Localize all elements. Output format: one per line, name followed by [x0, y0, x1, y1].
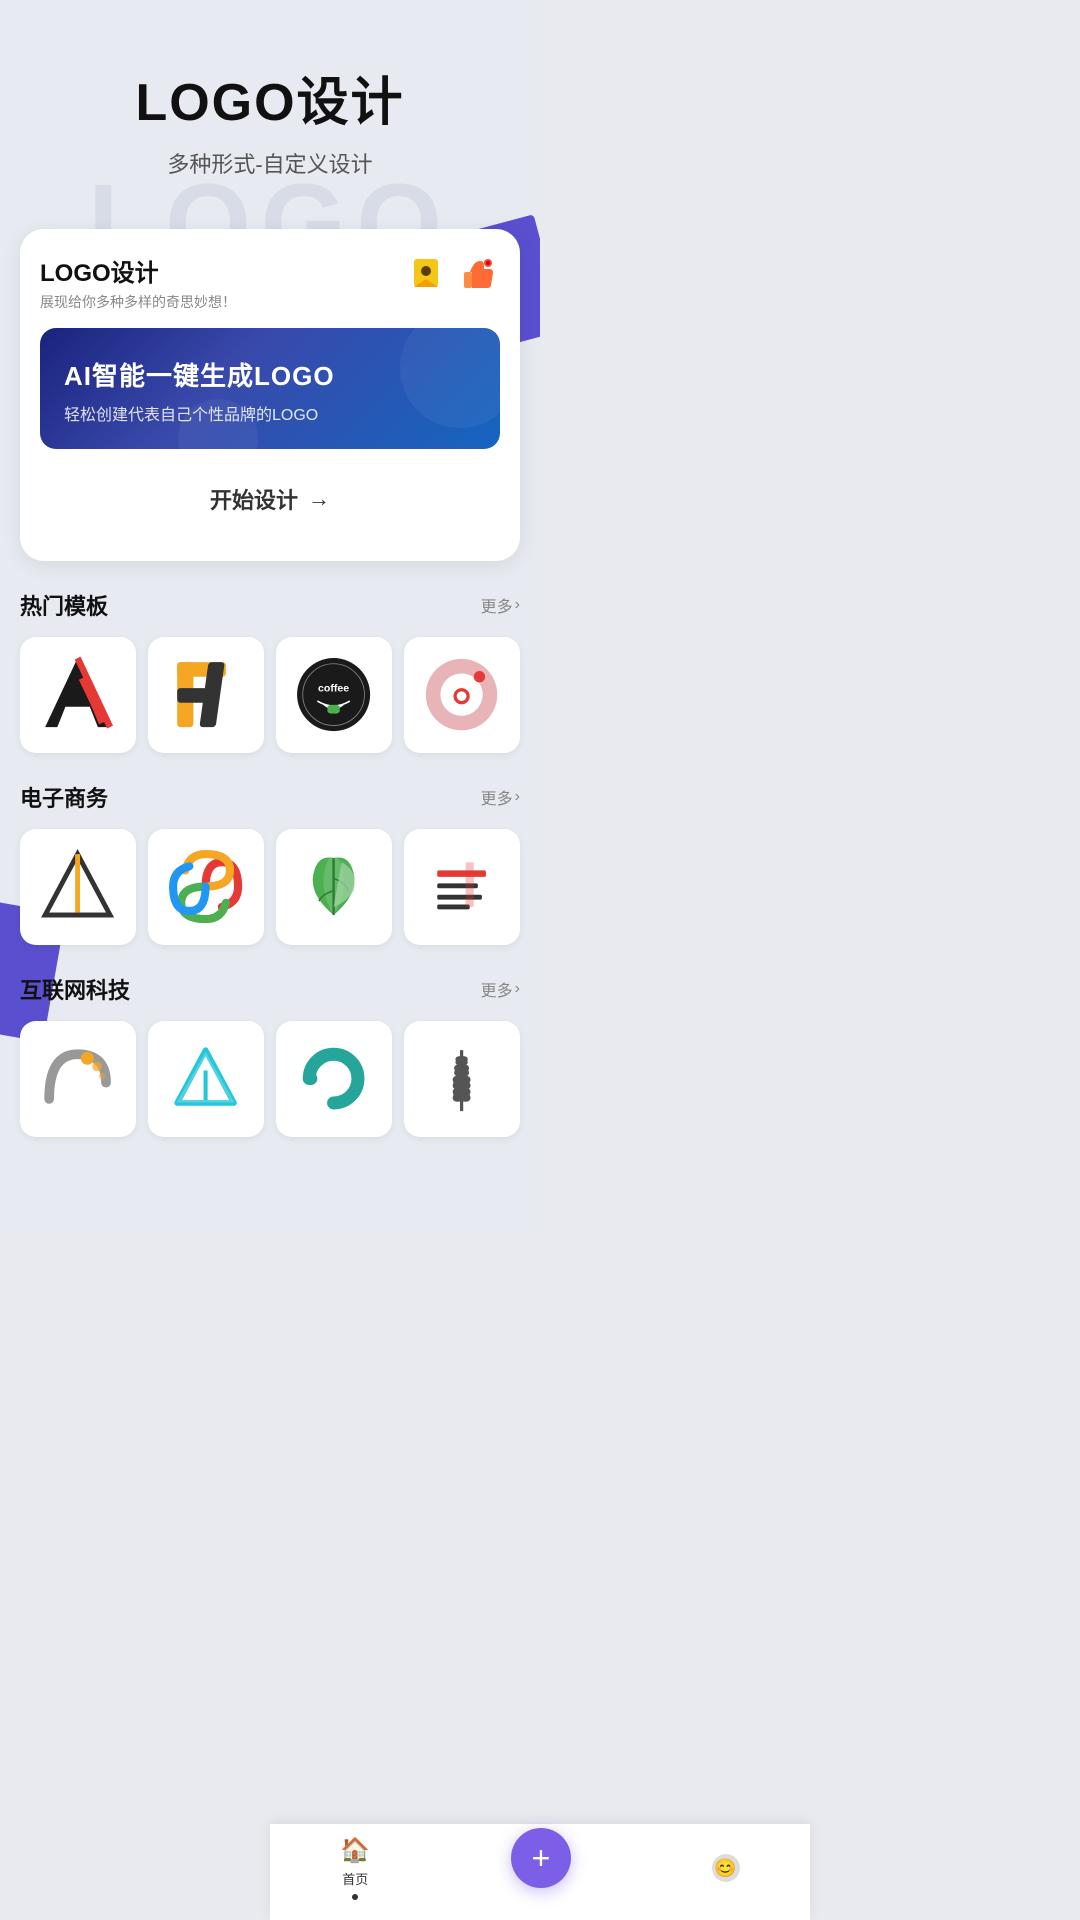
card-title-block: LOGO设计 展现给你多种多样的奇思妙想！: [40, 253, 236, 312]
svg-text:coffee: coffee: [318, 683, 349, 695]
add-button[interactable]: +: [511, 1828, 571, 1888]
header-section: LOGO设计 多种形式-自定义设计: [0, 0, 540, 199]
start-btn-arrow: →: [308, 486, 330, 512]
ecommerce-section: 电子商务 更多 ›: [0, 781, 540, 945]
ecommerce-section-header: 电子商务 更多 ›: [20, 781, 520, 813]
logo-item-a[interactable]: [20, 637, 136, 753]
badge-icon[interactable]: [404, 253, 448, 297]
logo-item-spiral[interactable]: [148, 829, 264, 945]
logo-item-circle-teal[interactable]: [276, 1021, 392, 1137]
start-btn-label: 开始设计: [210, 483, 298, 515]
main-title: LOGO设计: [20, 60, 520, 135]
nav-active-dot: [352, 1894, 358, 1900]
logo-item-coffee[interactable]: coffee: [276, 637, 392, 753]
hot-title: 热门模板: [20, 589, 108, 621]
main-card: LOGO设计 展现给你多种多样的奇思妙想！: [20, 229, 520, 561]
ai-banner: AI智能一键生成LOGO 轻松创建代表自己个性品牌的LOGO: [40, 328, 500, 449]
logo-item-lines[interactable]: [404, 829, 520, 945]
sub-title: 多种形式-自定义设计: [20, 147, 520, 179]
internet-title: 互联网科技: [20, 973, 130, 1005]
logo-item-leaf[interactable]: [276, 829, 392, 945]
nav-profile[interactable]: 😊: [712, 1854, 740, 1882]
internet-logo-grid: [20, 1021, 520, 1137]
internet-more-link[interactable]: 更多 ›: [481, 977, 520, 1001]
hot-section-header: 热门模板 更多 ›: [20, 589, 520, 621]
logo-item-triangle[interactable]: [20, 829, 136, 945]
logo-item-arc-dots[interactable]: [20, 1021, 136, 1137]
ecommerce-title: 电子商务: [20, 781, 108, 813]
thumbs-up-icon[interactable]: [456, 253, 500, 297]
card-subtitle: 展现给你多种多样的奇思妙想！: [40, 292, 236, 312]
internet-section-header: 互联网科技 更多 ›: [20, 973, 520, 1005]
ecommerce-logo-grid: [20, 829, 520, 945]
hot-logo-grid: coffee: [20, 637, 520, 753]
home-label: 首页: [342, 1869, 368, 1888]
ai-banner-title: AI智能一键生成LOGO: [64, 356, 476, 393]
ecommerce-more-link[interactable]: 更多 ›: [481, 785, 520, 809]
hot-more-link[interactable]: 更多 ›: [481, 593, 520, 617]
hot-section: 热门模板 更多 ›: [0, 589, 540, 753]
card-icons: [404, 253, 500, 297]
internet-section: 互联网科技 更多 ›: [0, 973, 540, 1137]
card-title: LOGO设计: [40, 253, 236, 288]
bottom-nav: 🏠 首页 + 😊: [270, 1824, 810, 1920]
avatar-icon: 😊: [712, 1854, 740, 1882]
home-icon: 🏠: [340, 1836, 370, 1865]
ai-banner-desc: 轻松创建代表自己个性品牌的LOGO: [64, 401, 476, 425]
add-icon: +: [532, 1840, 551, 1877]
logo-item-f[interactable]: [148, 637, 264, 753]
logo-item-wheat[interactable]: [404, 1021, 520, 1137]
nav-home[interactable]: 🏠 首页: [340, 1836, 370, 1900]
logo-item-circle-u[interactable]: [404, 637, 520, 753]
start-design-button[interactable]: 开始设计 →: [40, 465, 500, 533]
card-header: LOGO设计 展现给你多种多样的奇思妙想！: [40, 253, 500, 312]
logo-item-triangle2[interactable]: [148, 1021, 264, 1137]
